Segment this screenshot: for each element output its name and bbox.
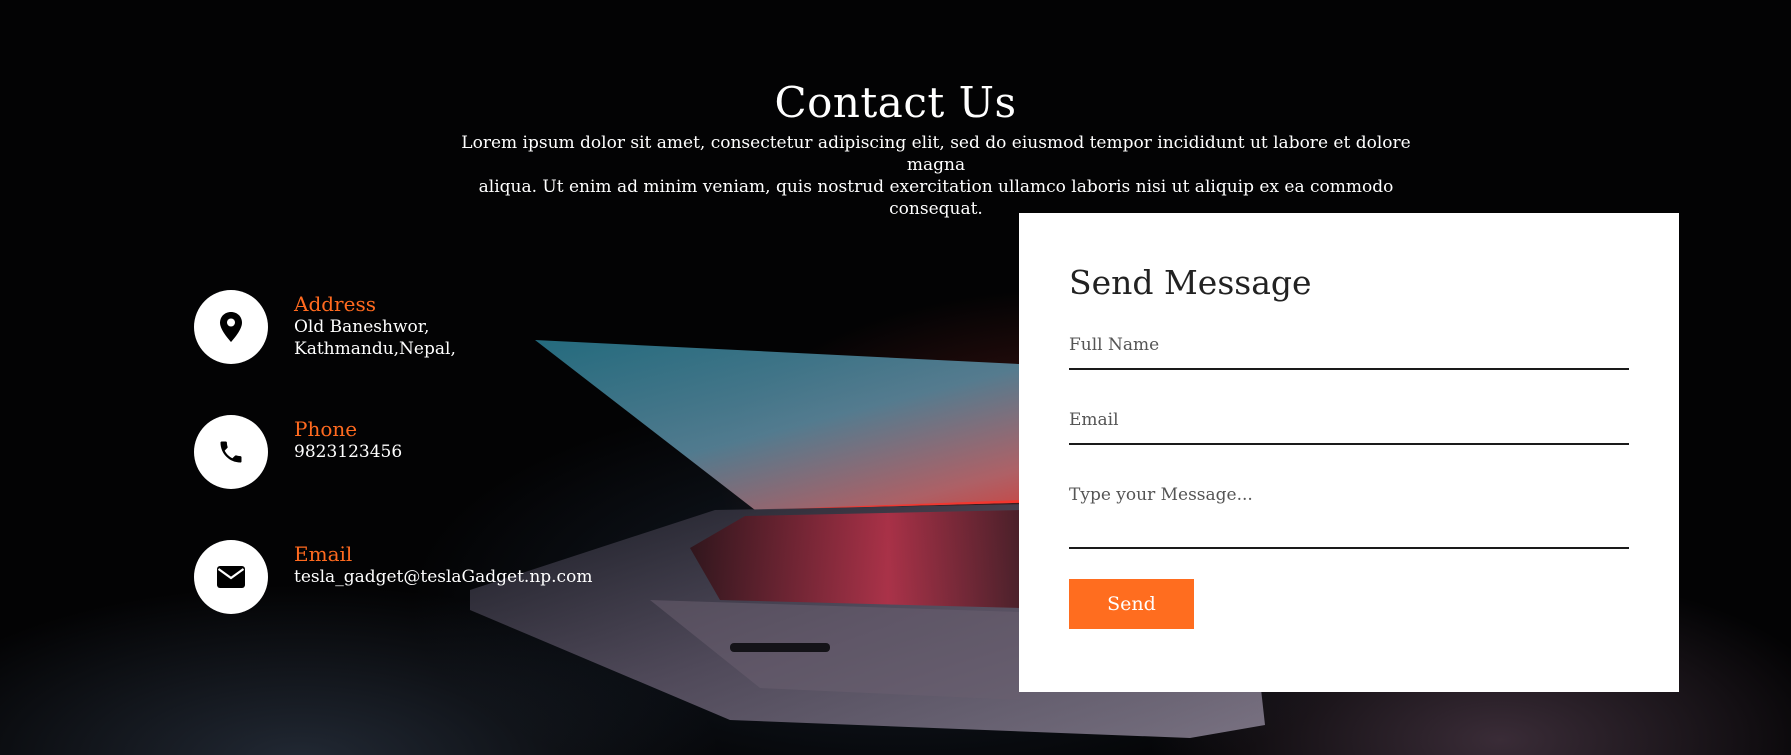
message-field-wrapper [1069,485,1629,549]
page-title: Contact Us [774,78,1017,127]
email-info: Email tesla_gadget@teslaGadget.np.com [194,540,592,614]
intro-line-1: Lorem ipsum dolor sit amet, consectetur … [461,133,1411,175]
form-title: Send Message [1069,263,1312,302]
phone-info: Phone 9823123456 [194,415,402,489]
send-message-form: Send Message Send [1019,213,1679,692]
phone-value[interactable]: 9823123456 [294,441,402,463]
email-field-wrapper [1069,410,1629,445]
address-label: Address [294,292,376,316]
email-input[interactable] [1069,410,1629,430]
message-textarea[interactable] [1069,485,1629,525]
address-line-1: Old Baneshwor, [294,317,430,337]
address-info: Address Old Baneshwor, Kathmandu,Nepal, [194,290,456,364]
full-name-input[interactable] [1069,335,1629,355]
map-marker-icon [194,290,268,364]
phone-label: Phone [294,417,358,441]
address-line-2: Kathmandu,Nepal, [294,339,456,359]
intro-paragraph: Lorem ipsum dolor sit amet, consectetur … [436,132,1436,220]
phone-icon [194,415,268,489]
envelope-icon [194,540,268,614]
email-value[interactable]: tesla_gadget@teslaGadget.np.com [294,566,592,588]
send-button[interactable]: Send [1069,579,1194,629]
full-name-field-wrapper [1069,335,1629,370]
email-label: Email [294,542,353,566]
